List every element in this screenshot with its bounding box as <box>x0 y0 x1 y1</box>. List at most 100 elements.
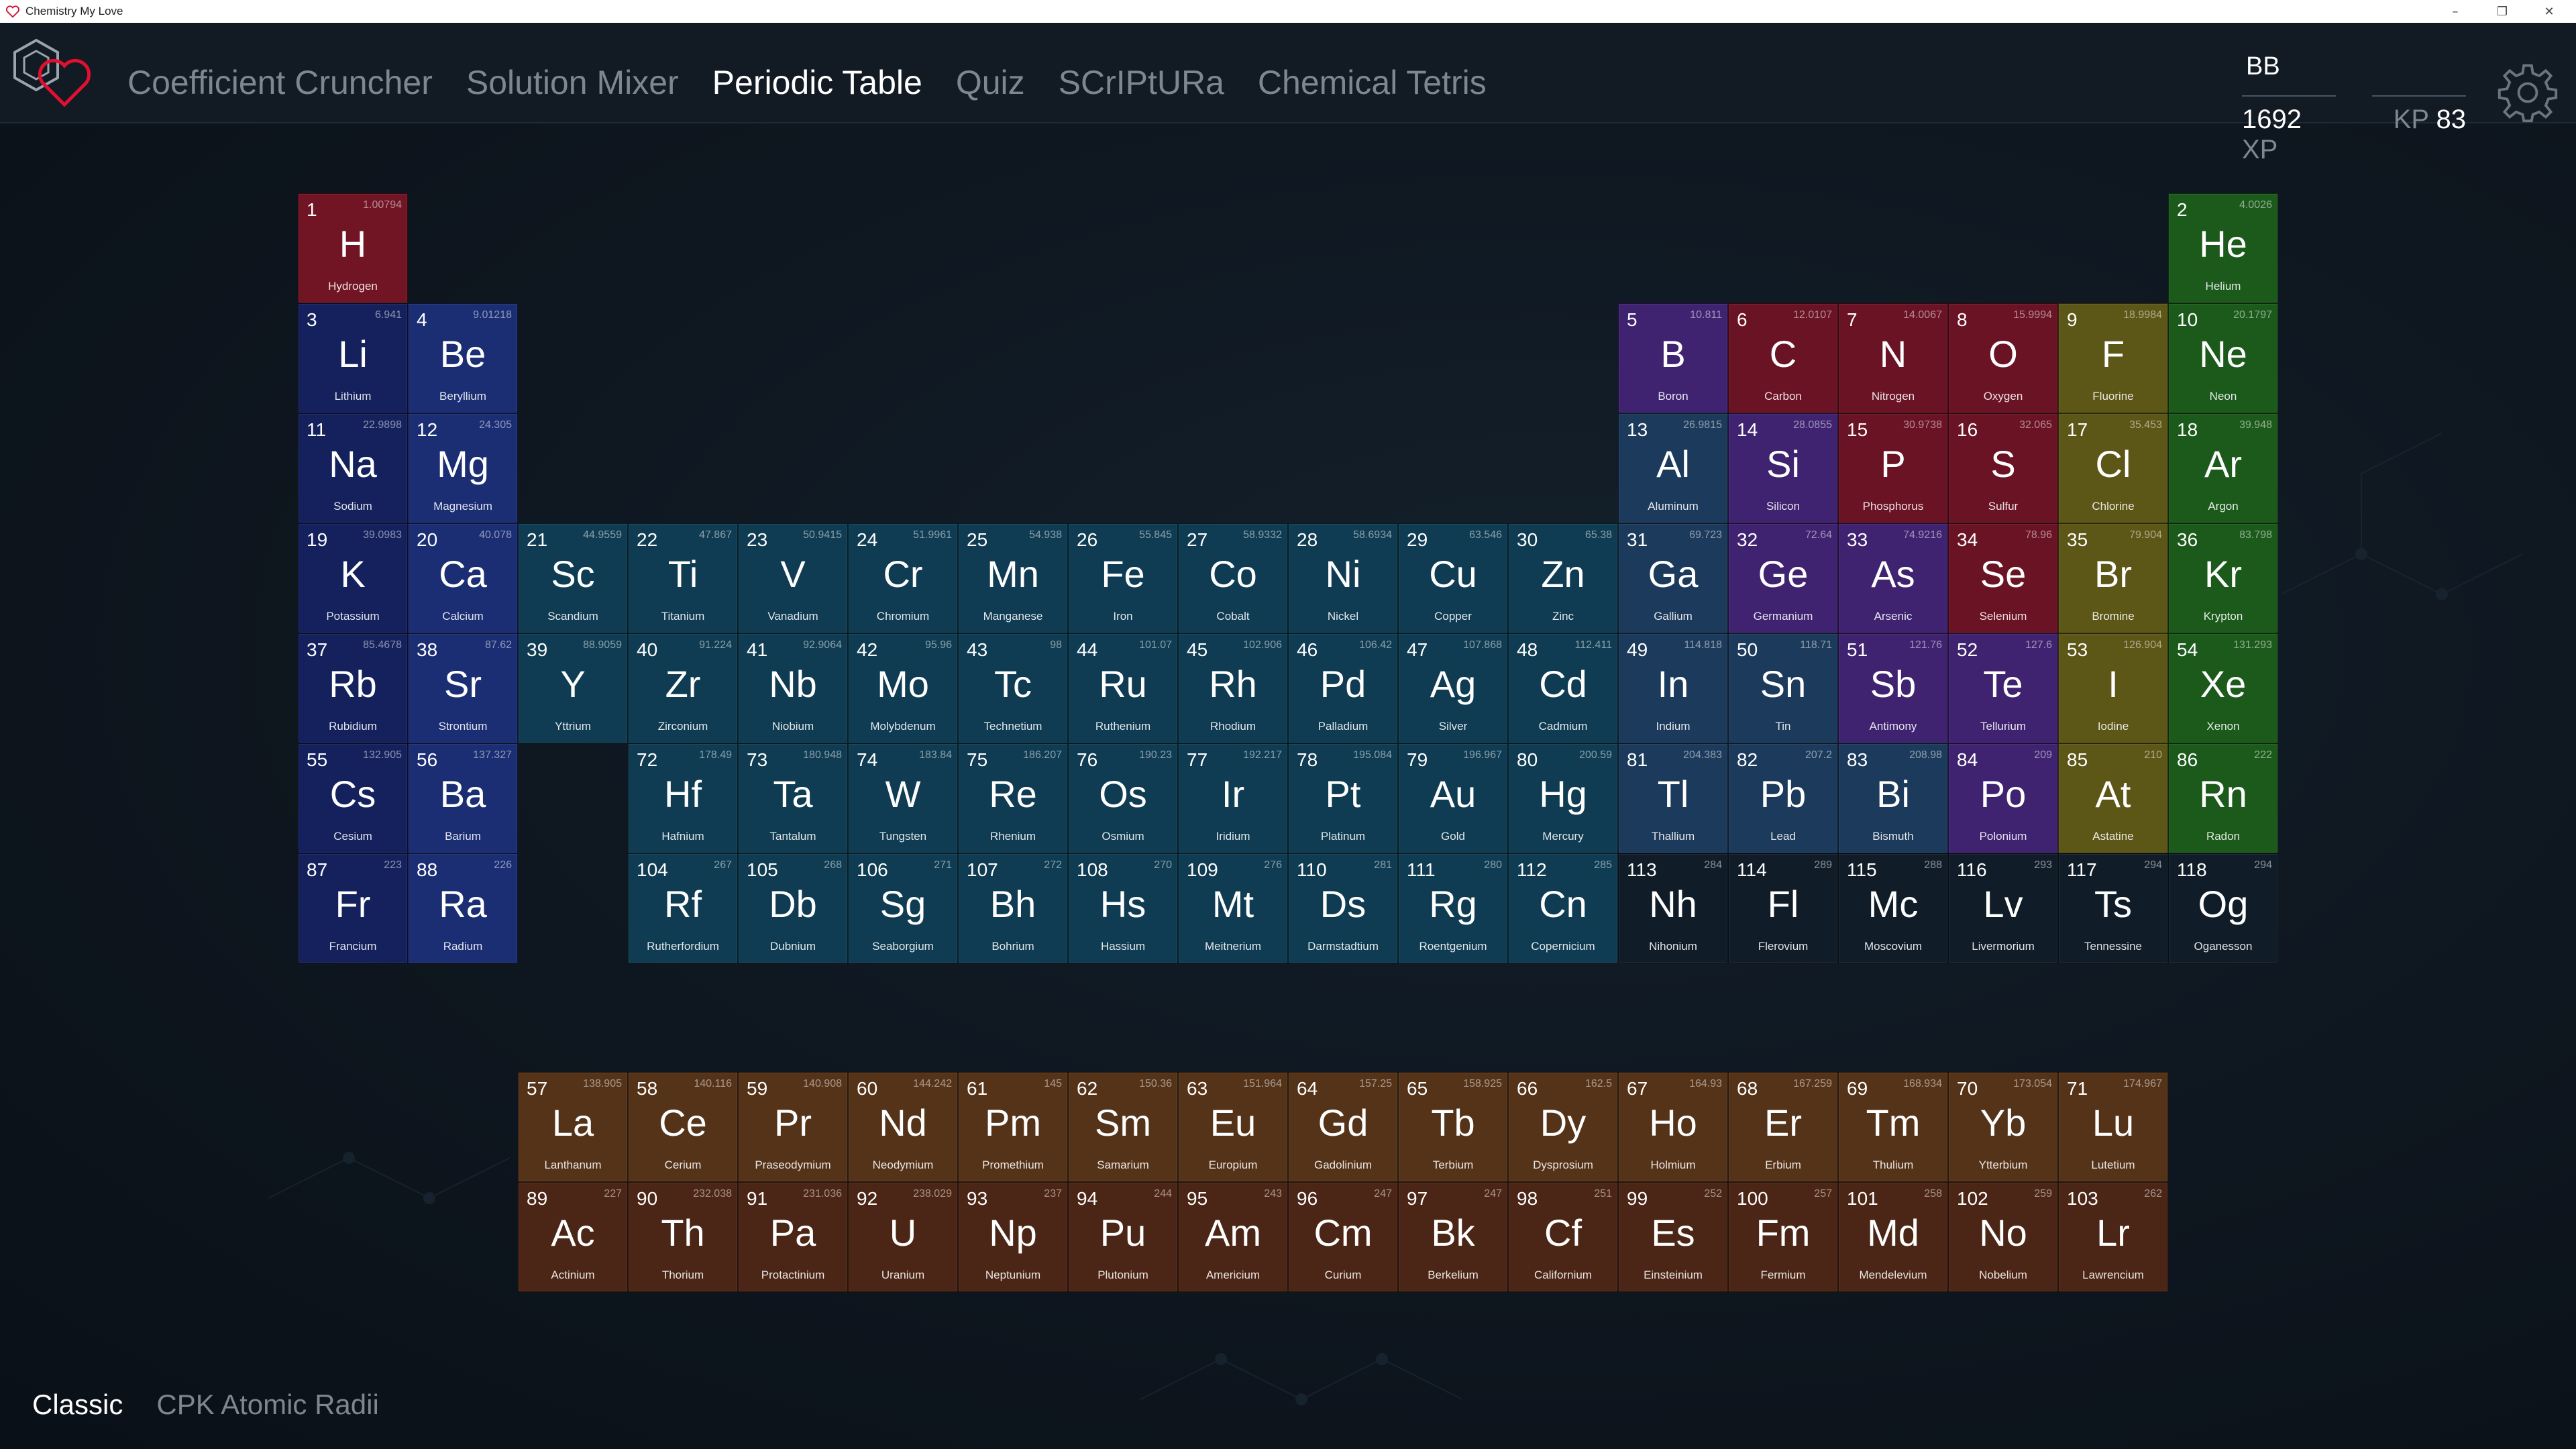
element-samarium[interactable]: 62 150.36 Sm Samarium <box>1068 1072 1178 1182</box>
element-oxygen[interactable]: 8 15.9994 O Oxygen <box>1948 303 2058 413</box>
element-thallium[interactable]: 81 204.383 Tl Thallium <box>1618 743 1728 853</box>
element-rhenium[interactable]: 75 186.207 Re Rhenium <box>958 743 1068 853</box>
element-hassium[interactable]: 108 270 Hs Hassium <box>1068 853 1178 963</box>
element-scandium[interactable]: 21 44.9559 Sc Scandium <box>518 523 628 633</box>
tab-periodic-table[interactable]: Periodic Table <box>712 63 922 102</box>
element-hydrogen[interactable]: 1 1.00794 H Hydrogen <box>298 193 408 303</box>
close-button[interactable]: ✕ <box>2522 0 2576 23</box>
element-curium[interactable]: 96 247 Cm Curium <box>1288 1182 1398 1292</box>
element-sodium[interactable]: 11 22.9898 Na Sodium <box>298 413 408 523</box>
element-lithium[interactable]: 3 6.941 Li Lithium <box>298 303 408 413</box>
element-lawrencium[interactable]: 103 262 Lr Lawrencium <box>2058 1182 2168 1292</box>
tab-scriptura[interactable]: SCrIPtURa <box>1059 63 1224 102</box>
element-iron[interactable]: 26 55.845 Fe Iron <box>1068 523 1178 633</box>
element-indium[interactable]: 49 114.818 In Indium <box>1618 633 1728 743</box>
element-gold[interactable]: 79 196.967 Au Gold <box>1398 743 1508 853</box>
element-tungsten[interactable]: 74 183.84 W Tungsten <box>848 743 958 853</box>
element-seaborgium[interactable]: 106 271 Sg Seaborgium <box>848 853 958 963</box>
element-nitrogen[interactable]: 7 14.0067 N Nitrogen <box>1838 303 1948 413</box>
element-fermium[interactable]: 100 257 Fm Fermium <box>1728 1182 1838 1292</box>
element-neptunium[interactable]: 93 237 Np Neptunium <box>958 1182 1068 1292</box>
element-protactinium[interactable]: 91 231.036 Pa Protactinium <box>738 1182 848 1292</box>
element-californium[interactable]: 98 251 Cf Californium <box>1508 1182 1618 1292</box>
element-flerovium[interactable]: 114 289 Fl Flerovium <box>1728 853 1838 963</box>
element-barium[interactable]: 56 137.327 Ba Barium <box>408 743 518 853</box>
element-erbium[interactable]: 68 167.259 Er Erbium <box>1728 1072 1838 1182</box>
element-uranium[interactable]: 92 238.029 U Uranium <box>848 1182 958 1292</box>
element-cesium[interactable]: 55 132.905 Cs Cesium <box>298 743 408 853</box>
element-promethium[interactable]: 61 145 Pm Promethium <box>958 1072 1068 1182</box>
heart-hexagon-logo[interactable] <box>9 36 97 110</box>
element-gallium[interactable]: 31 69.723 Ga Gallium <box>1618 523 1728 633</box>
element-terbium[interactable]: 65 158.925 Tb Terbium <box>1398 1072 1508 1182</box>
tab-solution-mixer[interactable]: Solution Mixer <box>466 63 679 102</box>
tab-quiz[interactable]: Quiz <box>956 63 1025 102</box>
element-gadolinium[interactable]: 64 157.25 Gd Gadolinium <box>1288 1072 1398 1182</box>
element-krypton[interactable]: 36 83.798 Kr Krypton <box>2168 523 2278 633</box>
element-mercury[interactable]: 80 200.59 Hg Mercury <box>1508 743 1618 853</box>
element-polonium[interactable]: 84 209 Po Polonium <box>1948 743 2058 853</box>
element-boron[interactable]: 5 10.811 B Boron <box>1618 303 1728 413</box>
element-copper[interactable]: 29 63.546 Cu Copper <box>1398 523 1508 633</box>
element-cadmium[interactable]: 48 112.411 Cd Cadmium <box>1508 633 1618 743</box>
element-technetium[interactable]: 43 98 Tc Technetium <box>958 633 1068 743</box>
element-chlorine[interactable]: 17 35.453 Cl Chlorine <box>2058 413 2168 523</box>
element-bismuth[interactable]: 83 208.98 Bi Bismuth <box>1838 743 1948 853</box>
element-iodine[interactable]: 53 126.904 I Iodine <box>2058 633 2168 743</box>
element-chromium[interactable]: 24 51.9961 Cr Chromium <box>848 523 958 633</box>
element-bromine[interactable]: 35 79.904 Br Bromine <box>2058 523 2168 633</box>
element-helium[interactable]: 2 4.0026 He Helium <box>2168 193 2278 303</box>
element-argon[interactable]: 18 39.948 Ar Argon <box>2168 413 2278 523</box>
element-germanium[interactable]: 32 72.64 Ge Germanium <box>1728 523 1838 633</box>
element-astatine[interactable]: 85 210 At Astatine <box>2058 743 2168 853</box>
element-antimony[interactable]: 51 121.76 Sb Antimony <box>1838 633 1948 743</box>
element-niobium[interactable]: 41 92.9064 Nb Niobium <box>738 633 848 743</box>
element-molybdenum[interactable]: 42 95.96 Mo Molybdenum <box>848 633 958 743</box>
element-plutonium[interactable]: 94 244 Pu Plutonium <box>1068 1182 1178 1292</box>
element-praseodymium[interactable]: 59 140.908 Pr Praseodymium <box>738 1072 848 1182</box>
element-vanadium[interactable]: 23 50.9415 V Vanadium <box>738 523 848 633</box>
element-tennessine[interactable]: 117 294 Ts Tennessine <box>2058 853 2168 963</box>
tab-chemical-tetris[interactable]: Chemical Tetris <box>1258 63 1487 102</box>
element-phosphorus[interactable]: 15 30.9738 P Phosphorus <box>1838 413 1948 523</box>
minimize-button[interactable]: – <box>2428 0 2482 23</box>
element-dubnium[interactable]: 105 268 Db Dubnium <box>738 853 848 963</box>
element-dysprosium[interactable]: 66 162.5 Dy Dysprosium <box>1508 1072 1618 1182</box>
element-lanthanum[interactable]: 57 138.905 La Lanthanum <box>518 1072 628 1182</box>
element-radon[interactable]: 86 222 Rn Radon <box>2168 743 2278 853</box>
element-zirconium[interactable]: 40 91.224 Zr Zirconium <box>628 633 738 743</box>
element-thulium[interactable]: 69 168.934 Tm Thulium <box>1838 1072 1948 1182</box>
element-copernicium[interactable]: 112 285 Cn Copernicium <box>1508 853 1618 963</box>
element-nickel[interactable]: 28 58.6934 Ni Nickel <box>1288 523 1398 633</box>
element-calcium[interactable]: 20 40.078 Ca Calcium <box>408 523 518 633</box>
element-mendelevium[interactable]: 101 258 Md Mendelevium <box>1838 1182 1948 1292</box>
element-silver[interactable]: 47 107.868 Ag Silver <box>1398 633 1508 743</box>
element-ruthenium[interactable]: 44 101.07 Ru Ruthenium <box>1068 633 1178 743</box>
element-roentgenium[interactable]: 111 280 Rg Roentgenium <box>1398 853 1508 963</box>
element-oganesson[interactable]: 118 294 Og Oganesson <box>2168 853 2278 963</box>
element-bohrium[interactable]: 107 272 Bh Bohrium <box>958 853 1068 963</box>
element-rutherfordium[interactable]: 104 267 Rf Rutherfordium <box>628 853 738 963</box>
element-einsteinium[interactable]: 99 252 Es Einsteinium <box>1618 1182 1728 1292</box>
element-europium[interactable]: 63 151.964 Eu Europium <box>1178 1072 1288 1182</box>
element-actinium[interactable]: 89 227 Ac Actinium <box>518 1182 628 1292</box>
element-manganese[interactable]: 25 54.938 Mn Manganese <box>958 523 1068 633</box>
element-xenon[interactable]: 54 131.293 Xe Xenon <box>2168 633 2278 743</box>
element-zinc[interactable]: 30 65.38 Zn Zinc <box>1508 523 1618 633</box>
element-titanium[interactable]: 22 47.867 Ti Titanium <box>628 523 738 633</box>
element-tantalum[interactable]: 73 180.948 Ta Tantalum <box>738 743 848 853</box>
element-iridium[interactable]: 77 192.217 Ir Iridium <box>1178 743 1288 853</box>
element-arsenic[interactable]: 33 74.9216 As Arsenic <box>1838 523 1948 633</box>
tab-coefficient-cruncher[interactable]: Coefficient Cruncher <box>127 63 433 102</box>
element-strontium[interactable]: 38 87.62 Sr Strontium <box>408 633 518 743</box>
maximize-button[interactable]: ❐ <box>2475 0 2529 23</box>
element-francium[interactable]: 87 223 Fr Francium <box>298 853 408 963</box>
element-americium[interactable]: 95 243 Am Americium <box>1178 1182 1288 1292</box>
element-aluminum[interactable]: 13 26.9815 Al Aluminum <box>1618 413 1728 523</box>
element-tellurium[interactable]: 52 127.6 Te Tellurium <box>1948 633 2058 743</box>
element-nihonium[interactable]: 113 284 Nh Nihonium <box>1618 853 1728 963</box>
element-lead[interactable]: 82 207.2 Pb Lead <box>1728 743 1838 853</box>
element-nobelium[interactable]: 102 259 No Nobelium <box>1948 1182 2058 1292</box>
element-fluorine[interactable]: 9 18.9984 F Fluorine <box>2058 303 2168 413</box>
mode-classic[interactable]: Classic <box>32 1389 123 1421</box>
